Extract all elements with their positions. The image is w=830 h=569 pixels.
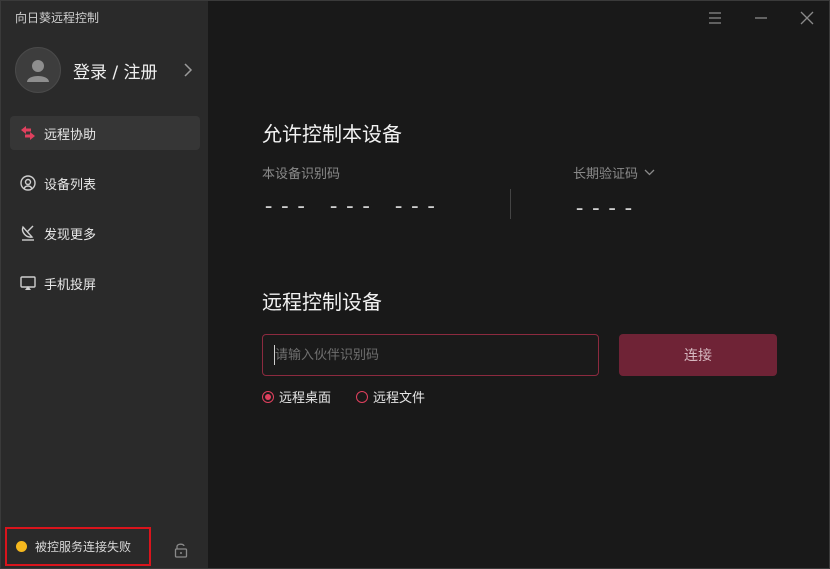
text-cursor — [274, 345, 275, 365]
verify-code-value: ---- — [573, 196, 638, 221]
status-indicator-dot — [16, 541, 27, 552]
chevron-right-icon — [183, 63, 193, 77]
radio-selected-icon — [262, 390, 274, 403]
sidebar-nav: 远程协助 设备列表 发现更多 手机投屏 — [10, 116, 200, 316]
connect-button[interactable]: 连接 — [619, 334, 777, 376]
window-controls — [692, 1, 829, 35]
screen-cast-icon — [19, 274, 37, 292]
minimize-icon — [755, 17, 767, 19]
sidebar-item-remote-assist[interactable]: 远程协助 — [10, 116, 200, 150]
login-register-row[interactable]: 登录 / 注册 — [15, 46, 197, 94]
sidebar-item-discover-more[interactable]: 发现更多 — [10, 216, 200, 250]
sidebar-item-label: 远程协助 — [44, 127, 97, 143]
discover-icon — [19, 224, 37, 242]
minimize-button[interactable] — [738, 1, 784, 35]
avatar[interactable] — [15, 47, 61, 93]
sidebar-item-device-list[interactable]: 设备列表 — [10, 166, 200, 200]
divider — [510, 189, 511, 219]
login-register-label: 登录 / 注册 — [73, 62, 158, 83]
app-window: 向日葵远程控制 登录 / 注册 远程协助 设备列表 发现更多 手机投屏 被控服务… — [0, 0, 830, 569]
radio-remote-desktop[interactable]: 远程桌面 — [262, 387, 331, 406]
remote-control-title: 远程控制设备 — [262, 290, 382, 314]
sidebar-item-label: 手机投屏 — [44, 277, 97, 293]
device-id-label: 本设备识别码 — [262, 167, 341, 182]
allow-control-title: 允许控制本设备 — [262, 122, 402, 146]
service-status: 被控服务连接失败 — [5, 527, 151, 566]
menu-icon — [709, 12, 721, 24]
radio-unselected-icon — [356, 390, 368, 403]
sidebar: 向日葵远程控制 登录 / 注册 远程协助 设备列表 发现更多 手机投屏 被控服务… — [1, 1, 208, 568]
radio-label: 远程桌面 — [279, 391, 332, 406]
partner-id-input[interactable] — [262, 334, 599, 376]
menu-button[interactable] — [692, 1, 738, 35]
main-panel: 允许控制本设备 本设备识别码 --- --- --- 长期验证码 ---- 远程… — [208, 1, 829, 568]
app-title: 向日葵远程控制 — [15, 11, 100, 25]
verify-code-dropdown[interactable]: 长期验证码 — [573, 163, 655, 182]
close-icon — [800, 11, 814, 25]
sidebar-item-label: 发现更多 — [44, 227, 97, 243]
verify-code-label: 长期验证码 — [573, 167, 639, 182]
sidebar-item-label: 设备列表 — [44, 177, 97, 193]
radio-remote-file[interactable]: 远程文件 — [356, 387, 425, 406]
device-list-icon — [19, 174, 37, 192]
sidebar-item-screen-cast[interactable]: 手机投屏 — [10, 266, 200, 300]
user-icon — [27, 60, 49, 82]
status-text: 被控服务连接失败 — [35, 540, 132, 554]
close-button[interactable] — [784, 1, 829, 35]
lock-icon[interactable] — [174, 542, 190, 558]
radio-label: 远程文件 — [373, 391, 426, 406]
device-id-value: --- --- --- — [262, 194, 441, 219]
remote-assist-icon — [19, 124, 37, 142]
chevron-down-icon — [644, 169, 655, 176]
